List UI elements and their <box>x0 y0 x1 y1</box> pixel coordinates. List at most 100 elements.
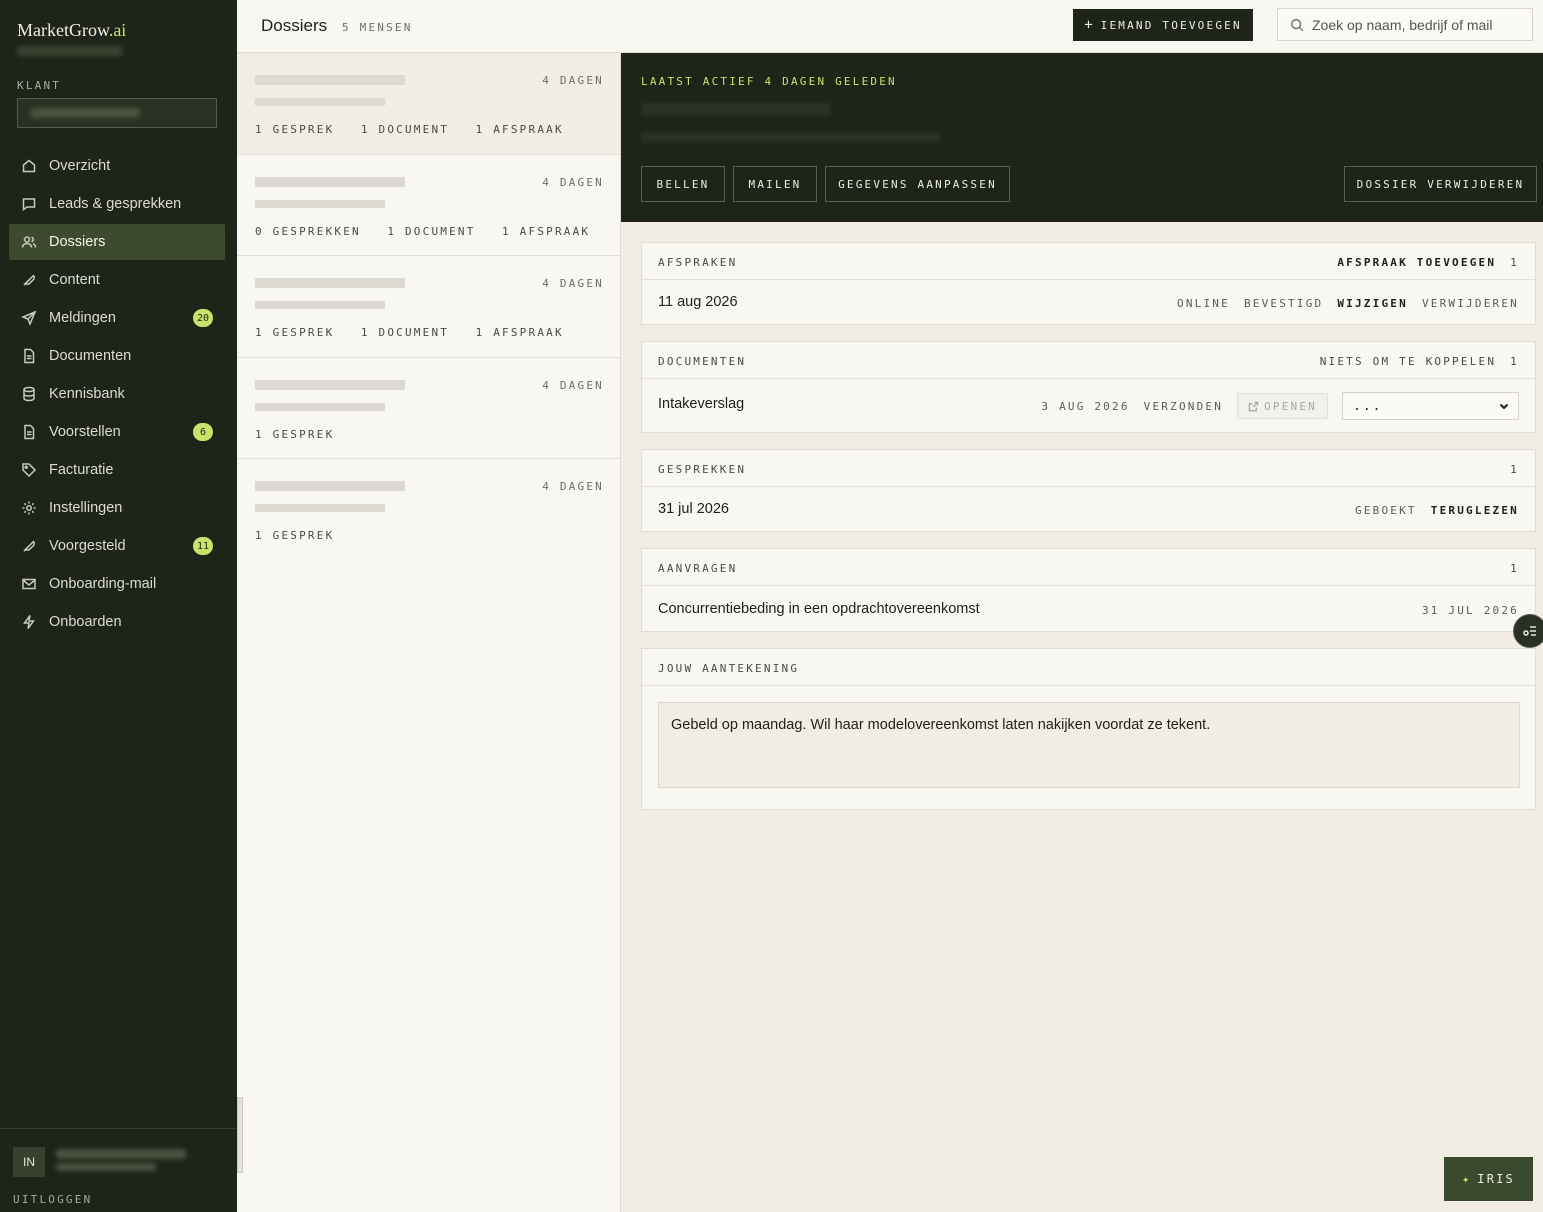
sidebar-item-content[interactable]: Content <box>9 262 225 298</box>
company-placeholder <box>255 402 385 411</box>
org-name-redacted <box>17 46 122 56</box>
notification-badge: 20 <box>192 309 213 327</box>
search-input[interactable] <box>1312 16 1522 33</box>
call-button[interactable]: BELLEN <box>641 166 725 202</box>
sidebar-footer: IN UITLOGGEN <box>0 1128 237 1212</box>
document-icon <box>21 348 37 364</box>
documents-card: DOCUMENTEN NIETS OM TE KOPPELEN 1 Intake… <box>641 341 1536 433</box>
iris-assistant-button[interactable]: ✦ IRIS <box>1444 1157 1533 1201</box>
sidebar: MarketGrow.ai KLANT Overzicht Leads & ge… <box>0 0 237 1212</box>
side-panel-toggle[interactable] <box>1513 614 1543 648</box>
sidebar-item-facturatie[interactable]: Facturatie <box>9 452 225 488</box>
sidebar-item-label: Content <box>49 272 100 288</box>
sidebar-item-voorstellen[interactable]: Voorstellen 6 <box>9 414 225 450</box>
card-count: 1 <box>1510 256 1519 269</box>
appointment-date: 11 aug 2026 <box>658 294 738 310</box>
document-icon <box>21 424 37 440</box>
contact-details-redacted <box>641 133 941 142</box>
document-action-select[interactable]: ... <box>1342 392 1519 420</box>
dossier-hero: LAATST ACTIEF 4 DAGEN GELEDEN BELLEN MAI… <box>621 53 1543 222</box>
sidebar-item-documenten[interactable]: Documenten <box>9 338 225 374</box>
send-icon <box>21 310 37 326</box>
note-row: Gebeld op maandag. Wil haar modelovereen… <box>642 686 1535 810</box>
conversations-card: GESPREKKEN 1 31 jul 2026 GEBOEKT TERUGLE… <box>641 449 1536 532</box>
delete-appointment-button[interactable]: VERWIJDEREN <box>1422 297 1519 310</box>
sparkle-icon: ✦ <box>1462 1172 1470 1186</box>
add-person-button[interactable]: + IEMAND TOEVOEGEN <box>1073 9 1253 41</box>
request-row[interactable]: Concurrentiebeding in een opdrachtoveree… <box>642 586 1535 632</box>
logout-button[interactable]: UITLOGGEN <box>13 1193 92 1206</box>
dossier-stats: 1 GESPREK 1 DOCUMENT 1 AFSPRAAK <box>255 326 564 339</box>
last-active-status: LAATST ACTIEF 4 DAGEN GELEDEN <box>641 75 897 88</box>
conversation-date: 31 jul 2026 <box>658 501 729 517</box>
resize-handle[interactable] <box>237 1097 243 1173</box>
open-document-button[interactable]: OPENEN <box>1237 393 1328 419</box>
select-value: ... <box>1353 398 1383 414</box>
card-header: AFSPRAKEN AFSPRAAK TOEVOEGEN 1 <box>642 243 1535 280</box>
card-title: GESPREKKEN <box>658 463 747 476</box>
gear-icon <box>21 500 37 516</box>
company-placeholder <box>255 199 385 208</box>
last-active: 4 DAGEN <box>542 277 604 290</box>
users-icon <box>21 234 37 250</box>
note-textarea[interactable]: Gebeld op maandag. Wil haar modelovereen… <box>658 702 1520 788</box>
open-label: OPENEN <box>1264 399 1317 413</box>
card-title: AFSPRAKEN <box>658 256 738 269</box>
reread-button[interactable]: TERUGLEZEN <box>1431 504 1519 517</box>
sidebar-item-label: Voorgesteld <box>49 538 126 554</box>
sidebar-item-instellingen[interactable]: Instellingen <box>9 490 225 526</box>
document-row: Intakeverslag 3 AUG 2026 VERZONDEN OPENE… <box>642 379 1535 433</box>
sidebar-item-leads[interactable]: Leads & gesprekken <box>9 186 225 222</box>
edit-details-button[interactable]: GEGEVENS AANPASSEN <box>825 166 1010 202</box>
mail-button[interactable]: MAILEN <box>733 166 817 202</box>
appointments-card: AFSPRAKEN AFSPRAAK TOEVOEGEN 1 11 aug 20… <box>641 242 1536 325</box>
list-item[interactable]: 4 DAGEN 1 GESPREK 1 DOCUMENT 1 AFSPRAAK <box>237 256 620 358</box>
sidebar-item-dossiers[interactable]: Dossiers <box>9 224 225 260</box>
list-item[interactable]: 4 DAGEN 1 GESPREK 1 DOCUMENT 1 AFSPRAAK <box>237 53 620 155</box>
card-count: 1 <box>1510 463 1519 476</box>
company-placeholder <box>255 301 385 309</box>
card-header-actions: 1 <box>1510 463 1519 476</box>
mail-icon <box>21 576 37 592</box>
dossier-stats: 0 GESPREKKEN 1 DOCUMENT 1 AFSPRAAK <box>255 224 591 238</box>
add-appointment-button[interactable]: AFSPRAAK TOEVOEGEN <box>1337 256 1496 269</box>
logo[interactable]: MarketGrow.ai <box>17 20 126 41</box>
add-person-label: IEMAND TOEVOEGEN <box>1100 18 1242 32</box>
card-header-actions: NIETS OM TE KOPPELEN 1 <box>1320 355 1519 368</box>
avatar[interactable]: IN <box>13 1147 45 1177</box>
company-placeholder <box>255 98 385 106</box>
sidebar-item-overzicht[interactable]: Overzicht <box>9 148 225 184</box>
name-placeholder <box>255 176 405 187</box>
user-email-redacted <box>56 1163 156 1171</box>
document-state: VERZONDEN <box>1143 399 1224 413</box>
klant-select[interactable] <box>17 98 217 128</box>
edit-appointment-button[interactable]: WIJZIGEN <box>1337 297 1408 310</box>
list-item[interactable]: 4 DAGEN 0 GESPREKKEN 1 DOCUMENT 1 AFSPRA… <box>237 155 620 256</box>
sidebar-item-voorgesteld[interactable]: Voorgesteld 11 <box>9 528 225 564</box>
sidebar-item-label: Overzicht <box>49 158 111 174</box>
last-active: 4 DAGEN <box>542 74 604 87</box>
sidebar-item-label: Dossiers <box>49 234 106 250</box>
bolt-icon <box>21 614 37 630</box>
feather-icon <box>21 538 37 554</box>
search-box[interactable] <box>1277 8 1533 41</box>
list-item[interactable]: 4 DAGEN 1 GESPREK <box>237 459 620 561</box>
request-meta: 31 JUL 2026 <box>1422 604 1519 617</box>
last-active: 4 DAGEN <box>542 378 604 392</box>
user-name-redacted <box>56 1149 186 1159</box>
iris-label: IRIS <box>1477 1172 1515 1186</box>
dossier-stats: 1 GESPREK <box>255 427 335 441</box>
card-header-actions: AFSPRAAK TOEVOEGEN 1 <box>1337 256 1519 269</box>
sidebar-item-meldingen[interactable]: Meldingen 20 <box>9 300 225 336</box>
sidebar-item-kennisbank[interactable]: Kennisbank <box>9 376 225 412</box>
list-item[interactable]: 4 DAGEN 1 GESPREK <box>237 358 620 459</box>
chat-icon <box>21 196 37 212</box>
delete-dossier-button[interactable]: DOSSIER VERWIJDEREN <box>1344 166 1537 202</box>
conversation-row: 31 jul 2026 GEBOEKT TERUGLEZEN <box>642 487 1535 532</box>
sidebar-item-onboarding-mail[interactable]: Onboarding-mail <box>9 566 225 602</box>
dossier-stats: 1 GESPREK 1 DOCUMENT 1 AFSPRAAK <box>255 123 564 136</box>
settings-list-icon <box>1523 626 1536 636</box>
search-icon <box>1291 18 1304 31</box>
dossier-stats: 1 GESPREK <box>255 529 335 542</box>
sidebar-item-onboarden[interactable]: Onboarden <box>9 604 225 640</box>
